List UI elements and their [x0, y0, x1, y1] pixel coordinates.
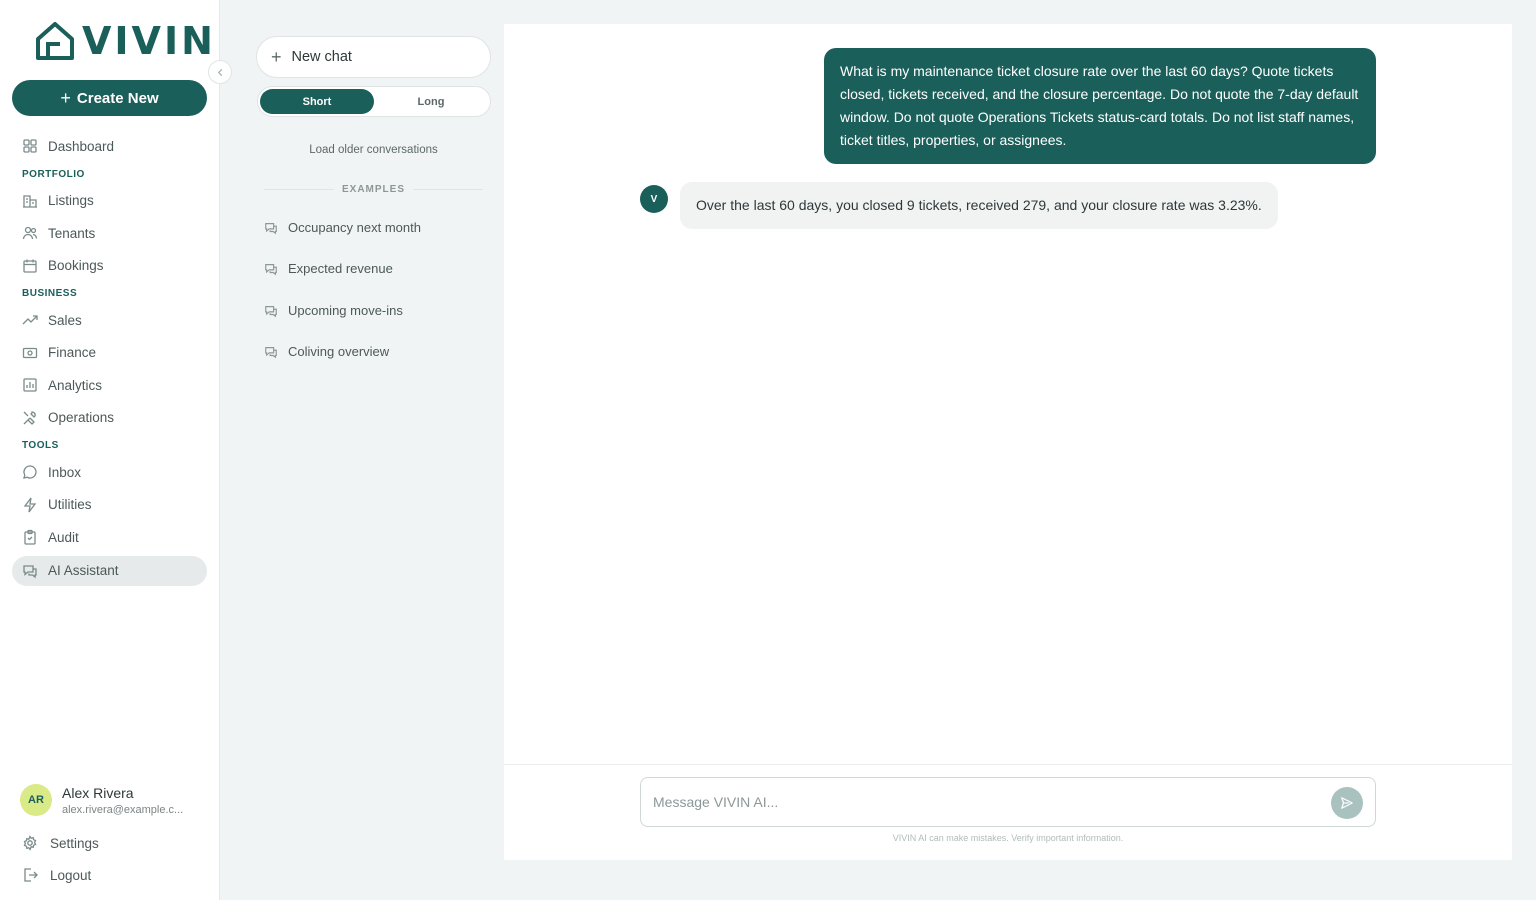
sidebar-item-utilities[interactable]: Utilities — [12, 489, 207, 522]
chat-bubbles-icon — [264, 221, 278, 235]
toggle-short[interactable]: Short — [260, 89, 374, 114]
send-button[interactable] — [1331, 787, 1363, 819]
users-icon — [22, 225, 38, 241]
examples-header: EXAMPLES — [264, 184, 484, 195]
nav-section-business: BUSINESS — [22, 288, 78, 299]
plus-icon: + — [60, 87, 71, 108]
settings-link[interactable]: Settings — [22, 835, 99, 851]
example-label: Coliving overview — [288, 344, 390, 359]
toggle-long[interactable]: Long — [374, 89, 488, 114]
user-email: alex.rivera@example.c... — [62, 803, 184, 816]
send-icon — [1341, 797, 1353, 809]
calendar-icon — [22, 258, 38, 274]
sidebar-item-sales[interactable]: Sales — [12, 304, 207, 337]
example-prompt[interactable]: Upcoming move-ins — [264, 303, 403, 318]
gear-icon — [22, 835, 38, 851]
sidebar-item-label: Dashboard — [48, 138, 115, 154]
logo[interactable]: VIVIN — [34, 20, 216, 62]
settings-label: Settings — [50, 835, 99, 851]
examples-header-label: EXAMPLES — [342, 184, 406, 195]
sidebar-item-label: Analytics — [48, 377, 103, 393]
user-name: Alex Rivera — [62, 784, 134, 801]
load-older-conversations[interactable]: Load older conversations — [244, 144, 503, 156]
logo-text: VIVIN — [82, 19, 216, 63]
sidebar-item-label: Bookings — [48, 258, 104, 274]
sidebar-item-label: AI Assistant — [48, 563, 119, 578]
logo-house-icon — [36, 22, 74, 60]
tools-icon — [22, 410, 38, 426]
message-composer — [640, 777, 1376, 827]
sidebar-item-label: Operations — [48, 410, 115, 426]
user-profile[interactable]: AR Alex Rivera alex.rivera@example.c... — [20, 784, 197, 816]
response-length-toggle: Short Long — [257, 86, 491, 117]
new-chat-button[interactable]: + New chat — [256, 36, 491, 78]
sidebar-item-inbox[interactable]: Inbox — [12, 456, 207, 489]
clipboard-icon — [22, 529, 38, 545]
sidebar-item-label: Tenants — [48, 225, 96, 241]
divider — [264, 189, 334, 190]
sidebar-item-audit[interactable]: Audit — [12, 521, 207, 554]
assistant-message-bubble: Over the last 60 days, you closed 9 tick… — [680, 182, 1278, 229]
sidebar-item-finance[interactable]: Finance — [12, 337, 207, 370]
sidebar-item-label: Utilities — [48, 497, 92, 513]
sidebar-item-analytics[interactable]: Analytics — [12, 369, 207, 402]
example-label: Occupancy next month — [288, 220, 421, 235]
new-chat-label: New chat — [291, 49, 352, 65]
nav-section-portfolio: PORTFOLIO — [22, 168, 85, 180]
avatar: AR — [20, 784, 52, 816]
trending-up-icon — [22, 312, 38, 328]
divider — [413, 189, 484, 190]
conversation-panel: + New chat Short Long Load older convers… — [244, 24, 503, 860]
sidebar: VIVIN + Create New Dashboard PORTFOLIO L… — [0, 0, 220, 900]
sidebar-item-label: Finance — [48, 345, 97, 361]
bar-chart-icon — [22, 377, 38, 393]
sidebar-nav: Dashboard PORTFOLIO Listings Tenants Boo… — [12, 130, 207, 586]
example-label: Upcoming move-ins — [288, 303, 403, 318]
sidebar-item-operations[interactable]: Operations — [12, 402, 207, 435]
nav-section-tools: TOOLS — [22, 440, 59, 451]
message-circle-icon — [22, 464, 38, 480]
sidebar-item-label: Audit — [48, 529, 79, 545]
user-message-bubble: What is my maintenance ticket closure ra… — [824, 48, 1376, 164]
create-new-label: Create New — [76, 89, 159, 107]
example-prompt[interactable]: Occupancy next month — [264, 220, 421, 235]
sidebar-item-label: Inbox — [48, 464, 82, 480]
chat-bubbles-icon — [264, 304, 278, 318]
logout-icon — [22, 867, 38, 883]
example-prompt[interactable]: Coliving overview — [264, 344, 389, 359]
sidebar-item-label: Listings — [48, 193, 94, 209]
chat-main: What is my maintenance ticket closure ra… — [504, 24, 1512, 860]
chat-bubbles-icon — [22, 563, 38, 579]
zap-icon — [22, 497, 38, 513]
example-prompt[interactable]: Expected revenue — [264, 261, 393, 276]
logout-label: Logout — [50, 867, 92, 883]
message-input[interactable] — [653, 778, 1313, 826]
assistant-avatar: V — [640, 185, 668, 213]
disclaimer-text: VIVIN AI can make mistakes. Verify impor… — [892, 833, 1124, 843]
example-label: Expected revenue — [288, 261, 393, 276]
chevron-left-icon — [217, 68, 222, 76]
sidebar-item-ai-assistant[interactable]: AI Assistant — [12, 555, 207, 586]
logout-link[interactable]: Logout — [22, 867, 91, 883]
sidebar-item-label: Sales — [48, 312, 82, 328]
chat-bubbles-icon — [264, 345, 278, 359]
sidebar-item-dashboard[interactable]: Dashboard — [12, 130, 207, 163]
plus-icon: + — [271, 46, 282, 67]
sidebar-item-listings[interactable]: Listings — [12, 185, 207, 218]
sidebar-item-tenants[interactable]: Tenants — [12, 217, 207, 250]
chat-bubbles-icon — [264, 262, 278, 276]
building-icon — [22, 193, 38, 209]
collapse-sidebar-button[interactable] — [208, 60, 232, 84]
create-new-button[interactable]: + Create New — [12, 80, 207, 116]
banknote-icon — [22, 345, 38, 361]
sidebar-item-bookings[interactable]: Bookings — [12, 250, 207, 283]
divider — [504, 764, 1512, 765]
grid-icon — [22, 138, 38, 154]
